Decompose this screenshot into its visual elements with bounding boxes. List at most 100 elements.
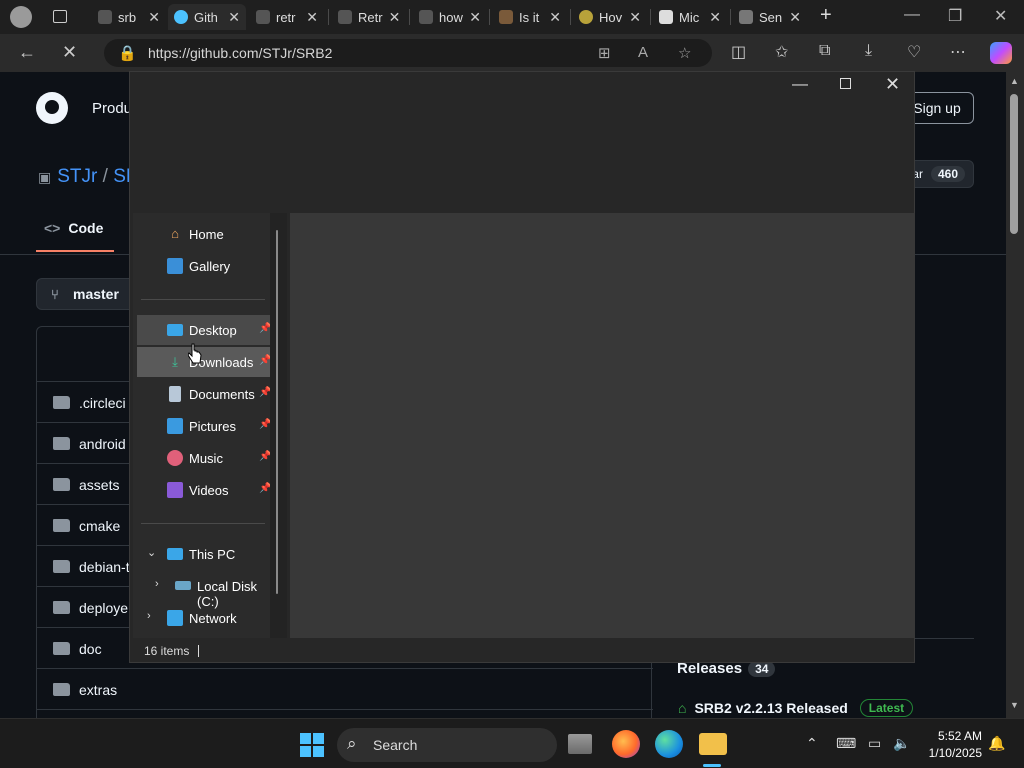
clock-time[interactable]: 5:52 AM <box>934 729 982 743</box>
notifications-bell-icon[interactable]: 🔔 <box>988 735 1005 752</box>
repo-owner-link[interactable]: STJr <box>57 166 97 187</box>
desktop-icon <box>167 324 183 336</box>
read-aloud-icon[interactable]: A <box>638 44 648 61</box>
close-tab-icon[interactable]: ✕ <box>629 9 641 26</box>
tab-actions-icon[interactable] <box>53 10 67 23</box>
tab-code[interactable]: <> Code <box>44 220 103 236</box>
keyboard-icon[interactable]: ⌨ <box>836 735 856 752</box>
nav-item-network[interactable]: › Network <box>137 603 271 633</box>
scroll-up-arrow-icon[interactable]: ▲ <box>1010 76 1019 86</box>
explorer-maximize-button[interactable] <box>840 78 851 89</box>
copilot-icon[interactable] <box>990 42 1012 64</box>
search-icon: ⌕ <box>347 734 357 753</box>
loading-favicon-icon <box>174 10 188 24</box>
downloads-icon[interactable]: ⤓ <box>865 42 872 60</box>
nav-item-pictures[interactable]: Pictures 📌 <box>137 411 271 441</box>
browser-essentials-icon[interactable]: ♡ <box>907 42 921 62</box>
task-view-icon[interactable] <box>568 734 592 754</box>
chevron-down-icon[interactable]: ⌄ <box>147 546 156 559</box>
nav-item-documents[interactable]: Documents 📌 <box>137 379 271 409</box>
browser-close-button[interactable]: ✕ <box>994 6 1007 26</box>
close-tab-icon[interactable]: ✕ <box>549 9 561 26</box>
nav-item-videos[interactable]: Videos 📌 <box>137 475 271 505</box>
browser-restore-button[interactable]: ❐ <box>948 6 962 26</box>
nav-item-gallery[interactable]: Gallery <box>137 251 271 281</box>
new-tab-button[interactable]: + <box>820 4 832 27</box>
explorer-close-button[interactable]: ✕ <box>885 74 900 95</box>
clock-date[interactable]: 1/10/2025 <box>920 746 982 760</box>
profile-avatar[interactable] <box>10 6 32 28</box>
network-icon <box>167 610 183 626</box>
site-favicon-icon <box>579 10 593 24</box>
tab-mic[interactable]: Mic ✕ <box>653 4 727 30</box>
nav-item-this-pc[interactable]: ⌄ This PC <box>137 539 271 569</box>
file-row[interactable] <box>37 709 653 718</box>
tab-retr-1[interactable]: retr ✕ <box>250 4 324 30</box>
releases-count: 34 <box>748 661 776 677</box>
edge-icon[interactable] <box>655 730 683 758</box>
firefox-icon[interactable] <box>612 730 640 758</box>
nav-item-local-disk[interactable]: › Local Disk (C:) <box>137 571 271 609</box>
github-logo-icon[interactable] <box>36 92 68 124</box>
browser-minimize-button[interactable]: — <box>904 6 920 24</box>
close-tab-icon[interactable]: ✕ <box>228 9 240 26</box>
favorites-icon[interactable]: ✩ <box>775 42 788 62</box>
address-bar[interactable]: 🔒 https://github.com/STJr/SRB2 ⊞ A ☆ <box>104 39 712 67</box>
network-status-icon[interactable]: ▭ <box>868 735 881 752</box>
code-icon: <> <box>44 220 61 236</box>
search-favicon-icon <box>98 10 112 24</box>
tab-retr-2[interactable]: Retr ✕ <box>332 4 406 30</box>
nav-item-home[interactable]: ⌂ Home <box>137 219 271 249</box>
file-row[interactable]: extras <box>37 668 653 709</box>
stop-loading-button[interactable]: ✕ <box>62 42 77 63</box>
home-icon: ⌂ <box>171 226 179 241</box>
settings-more-icon[interactable]: ⋯ <box>950 42 966 62</box>
close-tab-icon[interactable]: ✕ <box>389 9 401 26</box>
close-tab-icon[interactable]: ✕ <box>148 9 160 26</box>
close-tab-icon[interactable]: ✕ <box>306 9 318 26</box>
start-button[interactable] <box>300 733 324 757</box>
file-explorer-window: — ✕ ⌂ Home Gallery Desktop 📌 ⤓ Downloads 📌 D… <box>129 71 915 663</box>
active-tab-indicator <box>36 250 114 252</box>
tab-hov[interactable]: Hov ✕ <box>573 4 647 30</box>
favorite-star-icon[interactable]: ☆ <box>678 44 691 62</box>
url-text: https://github.com/STJr/SRB2 <box>148 45 333 61</box>
folder-icon <box>53 601 70 614</box>
product-menu[interactable]: Produ <box>92 100 132 117</box>
repo-icon: ▣ <box>38 169 52 185</box>
file-explorer-icon[interactable] <box>699 733 727 755</box>
back-button[interactable]: ← <box>18 42 36 63</box>
close-tab-icon[interactable]: ✕ <box>789 9 801 26</box>
volume-icon[interactable]: 🔈 <box>893 735 910 752</box>
nav-item-downloads[interactable]: ⤓ Downloads 📌 <box>137 347 271 377</box>
nav-item-desktop[interactable]: Desktop 📌 <box>137 315 271 345</box>
drive-icon <box>175 581 191 590</box>
tab-srb[interactable]: srb ✕ <box>92 4 166 30</box>
latest-badge: Latest <box>859 699 914 717</box>
scroll-down-arrow-icon[interactable]: ▼ <box>1010 700 1019 710</box>
tab-sen[interactable]: Sen ✕ <box>733 4 807 30</box>
tab-github[interactable]: Gith ✕ <box>168 4 246 30</box>
site-favicon-icon <box>499 10 513 24</box>
tab-how[interactable]: how ✕ <box>413 4 487 30</box>
explorer-minimize-button[interactable]: — <box>792 76 808 94</box>
chevron-right-icon[interactable]: › <box>147 610 151 622</box>
show-hidden-icons-chevron-icon[interactable]: ⌃ <box>806 735 818 752</box>
scroll-thumb[interactable] <box>1010 94 1018 234</box>
split-screen-icon[interactable]: ◫ <box>731 42 746 62</box>
chevron-right-icon[interactable]: › <box>155 578 159 590</box>
branch-selector[interactable]: ⑂ master <box>36 278 136 310</box>
tab-is-it[interactable]: Is it ✕ <box>493 4 567 30</box>
collections-icon[interactable]: ⧉ <box>819 42 830 60</box>
nav-pane-scrollbar[interactable] <box>276 230 278 594</box>
app-available-icon[interactable]: ⊞ <box>598 44 611 62</box>
taskbar-search[interactable]: ⌕ Search <box>337 728 557 762</box>
close-tab-icon[interactable]: ✕ <box>469 9 481 26</box>
folder-icon <box>53 519 70 532</box>
explorer-content-area[interactable] <box>290 213 915 638</box>
close-tab-icon[interactable]: ✕ <box>709 9 721 26</box>
latest-release[interactable]: ⌂ SRB2 v2.2.13 Released Latest <box>678 699 914 717</box>
nav-item-music[interactable]: Music 📌 <box>137 443 271 473</box>
page-scrollbar[interactable]: ▲ ▼ <box>1006 72 1024 718</box>
folder-icon <box>53 478 70 491</box>
